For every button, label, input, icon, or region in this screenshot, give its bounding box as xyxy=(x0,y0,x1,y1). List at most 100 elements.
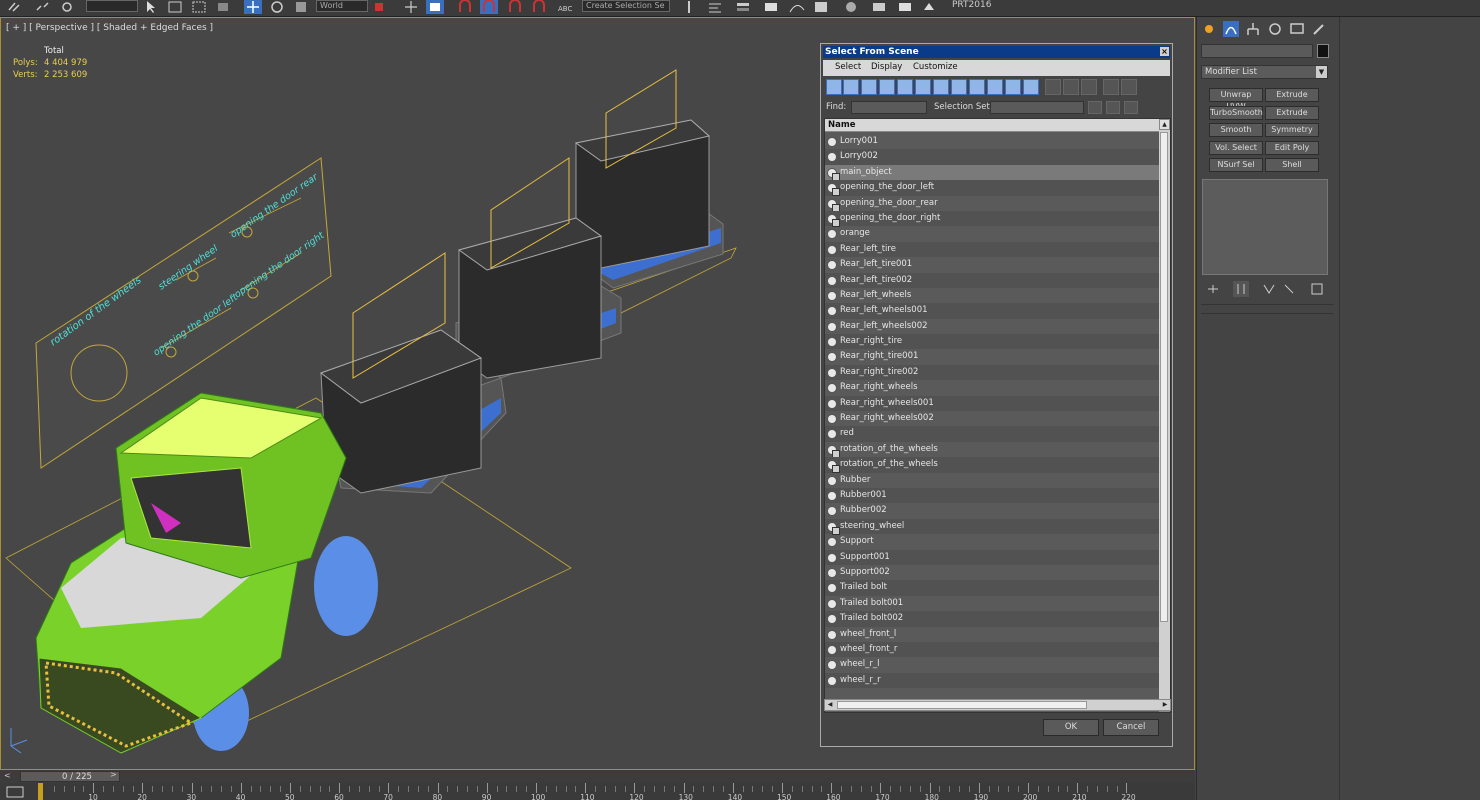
filter-lights-icon[interactable] xyxy=(861,79,877,95)
list-item[interactable]: opening_the_door_right xyxy=(825,210,1160,227)
material-editor-icon[interactable] xyxy=(842,0,860,14)
vertical-scrollbar[interactable]: ▲ ▼ xyxy=(1159,119,1170,712)
list-item[interactable]: Trailed bolt xyxy=(825,580,1160,596)
find-input[interactable] xyxy=(851,101,927,114)
dialog-title-bar[interactable]: Select From Scene × xyxy=(823,46,1170,58)
list-item[interactable]: opening_the_door_left xyxy=(825,180,1160,197)
list-item[interactable]: Rear_right_wheels xyxy=(825,380,1160,395)
edit-poly-button[interactable]: Edit Poly xyxy=(1265,141,1319,155)
display-tab-icon[interactable] xyxy=(1289,21,1305,37)
list-item[interactable]: Rear_left_wheels xyxy=(825,288,1160,303)
list-item[interactable]: wheel_r_r xyxy=(825,672,1160,689)
modify-tab-icon[interactable] xyxy=(1223,21,1239,37)
select-by-name-icon[interactable] xyxy=(166,0,184,14)
move-icon[interactable] xyxy=(244,0,262,14)
list-item[interactable]: wheel_front_l xyxy=(825,627,1160,642)
create-selection-set-icon[interactable] xyxy=(1088,101,1102,114)
display-none-icon[interactable] xyxy=(1063,79,1079,95)
list-item[interactable]: Support002 xyxy=(825,565,1160,580)
graphite-icon[interactable] xyxy=(762,0,780,14)
filter-funnel-icon[interactable] xyxy=(1103,79,1119,95)
list-item[interactable]: Rear_left_tire xyxy=(825,241,1160,258)
filter-cameras-icon[interactable] xyxy=(879,79,895,95)
cancel-button[interactable]: Cancel xyxy=(1103,719,1159,736)
selection-set-dropdown[interactable] xyxy=(990,101,1084,114)
smooth-button[interactable]: Smooth xyxy=(1209,123,1263,137)
snap-3d-icon[interactable] xyxy=(456,0,474,14)
list-item[interactable]: orange xyxy=(825,226,1160,241)
chevron-down-icon[interactable]: ▼ xyxy=(1316,66,1327,78)
ok-button[interactable]: OK xyxy=(1043,719,1099,736)
symmetry-button[interactable]: Symmetry xyxy=(1265,123,1319,137)
manipulate-icon[interactable] xyxy=(402,0,420,14)
angle-snap-icon[interactable] xyxy=(480,0,498,14)
list-item[interactable]: steering_wheel xyxy=(825,518,1160,535)
spinner-snap-icon[interactable] xyxy=(530,0,548,14)
time-next-button[interactable]: > xyxy=(110,770,117,779)
named-selection-dropdown[interactable]: Create Selection Se xyxy=(582,0,670,12)
show-end-result-icon[interactable] xyxy=(1233,281,1249,297)
list-item[interactable]: Rear_right_tire001 xyxy=(825,349,1160,364)
list-item[interactable]: Lorry002 xyxy=(825,149,1160,165)
unwrap-uvw-button[interactable]: Unwrap UVW xyxy=(1209,88,1263,111)
object-name-field[interactable] xyxy=(1201,44,1313,58)
filter-groups-icon[interactable] xyxy=(933,79,949,95)
list-item[interactable]: rotation_of_the_wheels xyxy=(825,457,1160,474)
list-item[interactable]: Rubber xyxy=(825,473,1160,488)
list-item[interactable]: Support xyxy=(825,534,1160,549)
pin-stack-icon[interactable] xyxy=(1205,281,1221,297)
menu-display[interactable]: Display xyxy=(871,62,902,72)
menu-select[interactable]: Select xyxy=(835,62,861,72)
filter-spacewarps-icon[interactable] xyxy=(915,79,931,95)
vol-select-button[interactable]: Vol. Select xyxy=(1209,141,1263,155)
shell-button[interactable]: Shell xyxy=(1265,158,1319,172)
scale-icon[interactable] xyxy=(292,0,310,14)
create-tab-icon[interactable] xyxy=(1201,21,1217,37)
scroll-left-icon[interactable]: ◀ xyxy=(825,700,835,710)
time-prev-button[interactable]: < xyxy=(4,771,14,781)
hscroll-thumb[interactable] xyxy=(837,701,1087,709)
schematic-view-icon[interactable] xyxy=(812,0,830,14)
menu-customize[interactable]: Customize xyxy=(913,62,958,72)
window-crossing-icon[interactable] xyxy=(214,0,232,14)
rendered-frame-icon[interactable] xyxy=(896,0,914,14)
list-item[interactable]: main_object xyxy=(825,164,1160,181)
filter-options-icon[interactable] xyxy=(1121,79,1137,95)
list-item[interactable]: Rear_right_wheels002 xyxy=(825,411,1160,426)
track-bar[interactable]: 10 20 30 40 50 60 70 80 90 100 110 120 130 140 150 160 1… xyxy=(0,783,1195,800)
list-item[interactable]: rotation_of_the_wheels xyxy=(825,442,1160,458)
filter-frozen-icon[interactable] xyxy=(1005,79,1021,95)
list-item[interactable]: Rear_left_tire002 xyxy=(825,272,1160,288)
selection-filter-dropdown[interactable] xyxy=(86,0,138,12)
hierarchy-tab-icon[interactable] xyxy=(1245,21,1261,37)
scene-object-list[interactable]: Name Lorry001 Lorry002 main_object opening_… xyxy=(824,118,1171,713)
list-item[interactable]: red xyxy=(825,426,1160,442)
current-frame-marker[interactable] xyxy=(38,783,43,800)
filter-xrefs-icon[interactable] xyxy=(951,79,967,95)
percent-snap-icon[interactable] xyxy=(506,0,524,14)
add-to-selection-set-icon[interactable] xyxy=(1106,101,1120,114)
list-item[interactable]: Rubber001 xyxy=(825,487,1160,504)
remove-from-selection-set-icon[interactable] xyxy=(1124,101,1138,114)
filter-hidden-icon[interactable] xyxy=(1023,79,1039,95)
nsurf-sel-button[interactable]: NSurf Sel xyxy=(1209,158,1263,172)
align-icon[interactable] xyxy=(706,0,724,14)
filter-helpers-icon[interactable] xyxy=(897,79,913,95)
keyboard-shortcut-icon[interactable] xyxy=(426,0,444,14)
mini-curve-editor-icon[interactable] xyxy=(6,786,24,798)
link-icon[interactable] xyxy=(6,0,24,14)
turbosmooth-button[interactable]: TurboSmooth xyxy=(1209,106,1263,120)
filter-containers-icon[interactable] xyxy=(987,79,1003,95)
list-item[interactable]: Rubber002 xyxy=(825,503,1160,518)
configure-sets-icon[interactable] xyxy=(1309,281,1325,297)
select-object-icon[interactable] xyxy=(142,0,160,14)
scroll-right-icon[interactable]: ▶ xyxy=(1160,700,1170,710)
list-item[interactable]: Support001 xyxy=(825,549,1160,565)
list-item[interactable]: Rear_left_wheels002 xyxy=(825,319,1160,334)
list-item[interactable]: Rear_right_tire002 xyxy=(825,364,1160,381)
list-item[interactable]: Rear_left_wheels001 xyxy=(825,303,1160,319)
reference-coord-dropdown[interactable]: World xyxy=(316,0,368,12)
edit-named-selection-icon[interactable]: ABC xyxy=(556,0,574,14)
display-all-icon[interactable] xyxy=(1045,79,1061,95)
list-item[interactable]: Rear_right_tire xyxy=(825,334,1160,350)
